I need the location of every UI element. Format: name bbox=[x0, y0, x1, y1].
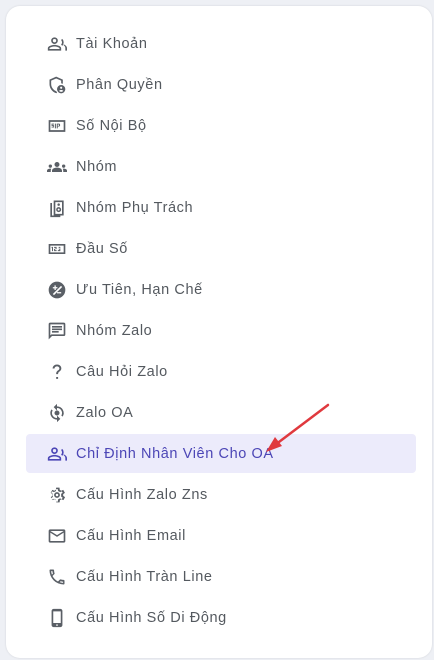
menu-item-label: Nhóm Zalo bbox=[76, 322, 153, 339]
group-icon bbox=[46, 156, 68, 178]
gear-icon bbox=[46, 484, 68, 506]
sip-icon bbox=[46, 115, 68, 137]
menu-item-phan-quyen[interactable]: Phân Quyền bbox=[26, 65, 416, 104]
phone-icon bbox=[46, 566, 68, 588]
settings-menu: Tài Khoản Phân Quyền Số Nội Bộ Nhóm Nhóm bbox=[26, 24, 416, 639]
menu-item-label: Cấu Hình Tràn Line bbox=[76, 568, 213, 585]
menu-item-label: Nhóm Phụ Trách bbox=[76, 199, 194, 216]
menu-item-chi-dinh-nhan-vien-cho-oa[interactable]: Chỉ Định Nhân Viên Cho OA bbox=[26, 434, 416, 473]
mail-icon bbox=[46, 525, 68, 547]
menu-item-label: Cấu Hình Số Di Động bbox=[76, 609, 227, 626]
menu-item-label: Ưu Tiên, Hạn Chế bbox=[76, 281, 203, 298]
menu-item-label: Nhóm bbox=[76, 158, 118, 175]
users-icon bbox=[46, 443, 68, 465]
number-123-icon bbox=[46, 238, 68, 260]
sync-icon bbox=[46, 402, 68, 424]
menu-item-dau-so[interactable]: Đầu Số bbox=[26, 229, 416, 268]
menu-item-nhom-phu-trach[interactable]: Nhóm Phụ Trách bbox=[26, 188, 416, 227]
menu-item-label: Câu Hỏi Zalo bbox=[76, 363, 168, 380]
users-icon bbox=[46, 33, 68, 55]
menu-item-nhom-zalo[interactable]: Nhóm Zalo bbox=[26, 311, 416, 350]
menu-item-cau-hinh-zalo-zns[interactable]: Cấu Hình Zalo Zns bbox=[26, 475, 416, 514]
menu-item-label: Chỉ Định Nhân Viên Cho OA bbox=[76, 445, 274, 462]
menu-item-cau-hinh-email[interactable]: Cấu Hình Email bbox=[26, 516, 416, 555]
priority-icon bbox=[46, 279, 68, 301]
menu-item-cau-hinh-tran-line[interactable]: Cấu Hình Tràn Line bbox=[26, 557, 416, 596]
menu-item-label: Zalo OA bbox=[76, 404, 134, 421]
menu-item-cau-hinh-so-di-dong[interactable]: Cấu Hình Số Di Động bbox=[26, 598, 416, 637]
menu-item-so-noi-bo[interactable]: Số Nội Bộ bbox=[26, 106, 416, 145]
settings-menu-panel: Tài Khoản Phân Quyền Số Nội Bộ Nhóm Nhóm bbox=[6, 6, 432, 658]
menu-item-zalo-oa[interactable]: Zalo OA bbox=[26, 393, 416, 432]
menu-item-label: Phân Quyền bbox=[76, 76, 163, 93]
shield-user-icon bbox=[46, 74, 68, 96]
mobile-icon bbox=[46, 607, 68, 629]
chat-icon bbox=[46, 320, 68, 342]
menu-item-label: Cấu Hình Zalo Zns bbox=[76, 486, 208, 503]
menu-item-cau-hoi-zalo[interactable]: Câu Hỏi Zalo bbox=[26, 352, 416, 391]
menu-item-label: Tài Khoản bbox=[76, 35, 148, 52]
menu-item-tai-khoan[interactable]: Tài Khoản bbox=[26, 24, 416, 63]
menu-item-label: Cấu Hình Email bbox=[76, 527, 186, 544]
menu-item-label: Đầu Số bbox=[76, 240, 128, 257]
menu-item-nhom[interactable]: Nhóm bbox=[26, 147, 416, 186]
menu-item-uu-tien-han-che[interactable]: Ưu Tiên, Hạn Chế bbox=[26, 270, 416, 309]
speaker-icon bbox=[46, 197, 68, 219]
menu-item-label: Số Nội Bộ bbox=[76, 117, 147, 134]
question-icon bbox=[46, 361, 68, 383]
